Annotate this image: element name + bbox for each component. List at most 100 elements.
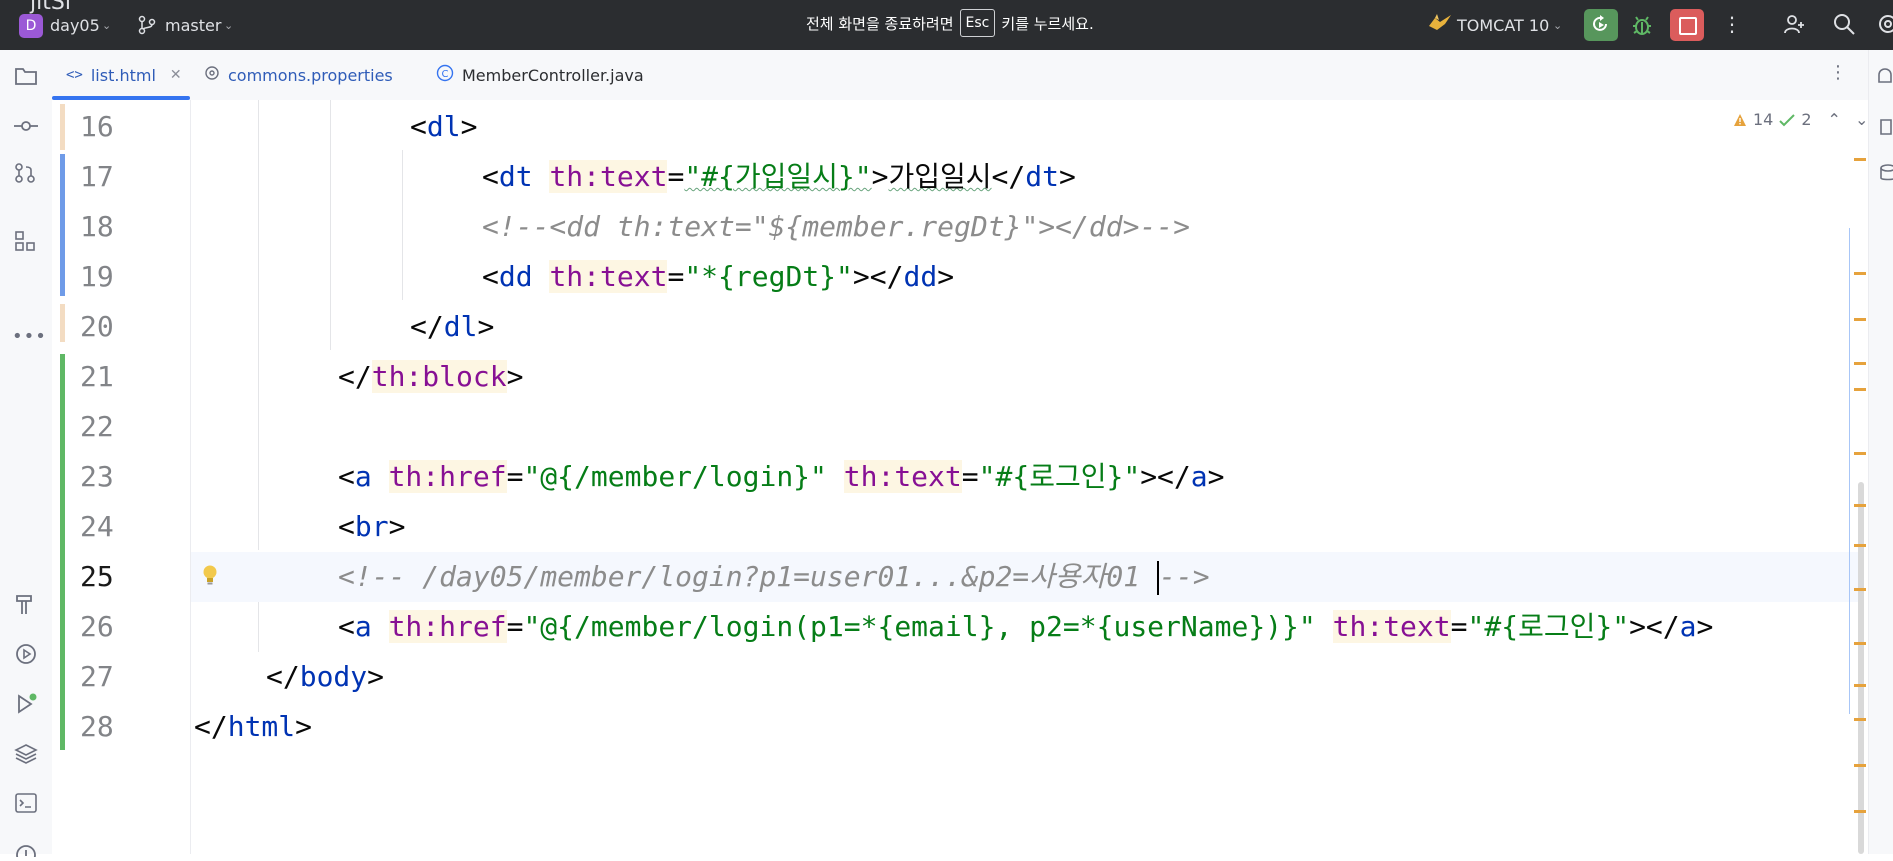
tab-label: list.html bbox=[90, 65, 156, 85]
assistant-icon[interactable] bbox=[1875, 116, 1893, 142]
branch-name[interactable]: master bbox=[165, 16, 221, 35]
database-icon[interactable] bbox=[1875, 162, 1893, 188]
tag-name: br bbox=[354, 510, 389, 543]
indent-guide bbox=[402, 150, 403, 300]
left-tool-strip: ••• bbox=[0, 50, 53, 861]
line-number: 20 bbox=[80, 310, 114, 343]
attr-name: th:text bbox=[549, 160, 668, 193]
chevron-up-icon[interactable]: ⌃ bbox=[1828, 110, 1841, 129]
title-bar: jitSi D day05 ⌄ master ⌄ 전체 화면을 종료하려면 Es… bbox=[0, 0, 1893, 50]
run-icon[interactable] bbox=[14, 692, 38, 720]
layers-icon[interactable] bbox=[14, 742, 38, 770]
warning-icon bbox=[1734, 113, 1746, 126]
commit-icon[interactable] bbox=[14, 116, 38, 135]
problems-icon[interactable] bbox=[14, 842, 38, 861]
chevron-down-icon[interactable]: ⌄ bbox=[1553, 19, 1562, 32]
line-number: 21 bbox=[80, 360, 114, 393]
folder-icon[interactable] bbox=[14, 66, 38, 90]
code-line-26: <a th:href="@{/member/login(p1=*{email},… bbox=[338, 610, 1714, 643]
line-number: 18 bbox=[80, 210, 114, 243]
terminal-icon[interactable] bbox=[14, 792, 38, 818]
properties-gear-icon bbox=[204, 65, 220, 85]
tag-name: dt bbox=[1025, 160, 1059, 193]
stripe-mark bbox=[1854, 642, 1866, 645]
inspection-widget[interactable]: 14 2 ⌃ ⌄ bbox=[1733, 110, 1868, 129]
editor-tab-bar: <> list.html ✕ commons.properties C Memb… bbox=[52, 50, 1868, 101]
project-badge[interactable]: D bbox=[19, 14, 43, 38]
tag-name: a bbox=[354, 460, 372, 493]
tag-name: a bbox=[1190, 460, 1208, 493]
comment-end: --> bbox=[1159, 560, 1210, 593]
notifications-icon[interactable] bbox=[1875, 66, 1893, 92]
code-line-23: <a th:href="@{/member/login}" th:text="#… bbox=[338, 460, 1225, 493]
services-icon[interactable] bbox=[14, 642, 38, 670]
fullscreen-message-before: 전체 화면을 종료하려면 bbox=[806, 14, 954, 33]
warning-count: 14 bbox=[1753, 110, 1774, 129]
debug-icon[interactable] bbox=[1631, 13, 1653, 41]
tab-member-controller-java[interactable]: C MemberController.java bbox=[436, 50, 644, 100]
tomcat-icon[interactable] bbox=[1427, 12, 1453, 38]
attr-name: th:href bbox=[388, 610, 507, 643]
line-number: 22 bbox=[80, 410, 114, 443]
tag-name: html bbox=[227, 710, 296, 743]
attr-value: "#{로그인}" bbox=[1467, 610, 1630, 643]
stripe-mark bbox=[1854, 544, 1866, 547]
stripe-mark bbox=[1854, 764, 1866, 767]
stripe-mark bbox=[1854, 362, 1866, 365]
code-line-28: </html> bbox=[194, 710, 313, 743]
close-icon[interactable]: ✕ bbox=[170, 67, 182, 83]
line-number-current: 25 bbox=[80, 560, 114, 593]
stop-button[interactable] bbox=[1670, 9, 1704, 41]
attr-name: th:text bbox=[843, 460, 962, 493]
more-vertical-icon[interactable]: ⋮ bbox=[1829, 62, 1847, 83]
tab-list-html[interactable]: <> list.html ✕ bbox=[66, 50, 182, 100]
check-icon bbox=[1779, 113, 1796, 126]
attr-name: th:text bbox=[1332, 610, 1451, 643]
git-branch-icon[interactable] bbox=[138, 15, 156, 39]
attr-value: "*{regDt}" bbox=[684, 260, 853, 293]
tag-name: dd bbox=[903, 260, 938, 293]
line-number: 17 bbox=[80, 160, 114, 193]
lightbulb-icon[interactable] bbox=[201, 564, 219, 590]
stripe-mark bbox=[1854, 158, 1866, 161]
error-stripe[interactable] bbox=[1852, 100, 1868, 854]
more-horizontal-icon[interactable]: ••• bbox=[12, 326, 47, 347]
indent-guide bbox=[330, 100, 331, 350]
chevron-down-icon[interactable]: ⌄ bbox=[224, 19, 233, 32]
chevron-down-icon[interactable]: ⌄ bbox=[102, 19, 111, 32]
vcs-change-marker bbox=[60, 354, 65, 750]
fullscreen-message: 전체 화면을 종료하려면 Esc 키를 누르세요. bbox=[806, 9, 1094, 37]
tag-name: a bbox=[354, 610, 372, 643]
indent-guide bbox=[258, 100, 259, 550]
stripe-mark bbox=[1854, 684, 1866, 687]
code-line-21: </th:block> bbox=[338, 360, 524, 393]
scroll-track-indicator bbox=[1849, 228, 1850, 714]
more-vertical-icon[interactable]: ⋮ bbox=[1722, 12, 1742, 36]
project-name[interactable]: day05 bbox=[50, 16, 100, 35]
stripe-mark bbox=[1854, 452, 1866, 455]
rerun-button[interactable] bbox=[1584, 9, 1618, 41]
indent-guide bbox=[258, 602, 259, 652]
code-editor[interactable]: 16 17 18 19 20 21 22 23 24 25 26 27 28 <… bbox=[52, 100, 1868, 854]
pull-requests-icon[interactable] bbox=[14, 162, 36, 188]
search-icon[interactable] bbox=[1832, 12, 1856, 40]
stripe-mark bbox=[1854, 318, 1866, 321]
tab-label: MemberController.java bbox=[462, 65, 644, 85]
stripe-mark bbox=[1854, 504, 1866, 507]
code-line-19: <dd th:text="*{regDt}"></dd> bbox=[482, 260, 955, 293]
structure-icon[interactable] bbox=[14, 230, 36, 256]
line-number: 26 bbox=[80, 610, 114, 643]
run-config-selector[interactable]: TOMCAT 10 bbox=[1457, 16, 1549, 35]
weak-warning-count: 2 bbox=[1801, 110, 1812, 129]
tab-commons-properties[interactable]: commons.properties bbox=[204, 50, 393, 100]
build-hammer-icon[interactable] bbox=[14, 592, 36, 620]
attr-value: "#{로그인}" bbox=[978, 460, 1141, 493]
tag-name: a bbox=[1679, 610, 1697, 643]
code-line-16: <dl> bbox=[410, 110, 478, 143]
vcs-change-marker bbox=[60, 304, 65, 342]
line-gutter: 16 17 18 19 20 21 22 23 24 25 26 27 28 bbox=[52, 100, 217, 854]
add-user-icon[interactable] bbox=[1782, 12, 1806, 40]
settings-icon[interactable] bbox=[1876, 12, 1893, 40]
element-text: 가입일시 bbox=[888, 160, 992, 193]
stripe-mark bbox=[1854, 810, 1866, 813]
